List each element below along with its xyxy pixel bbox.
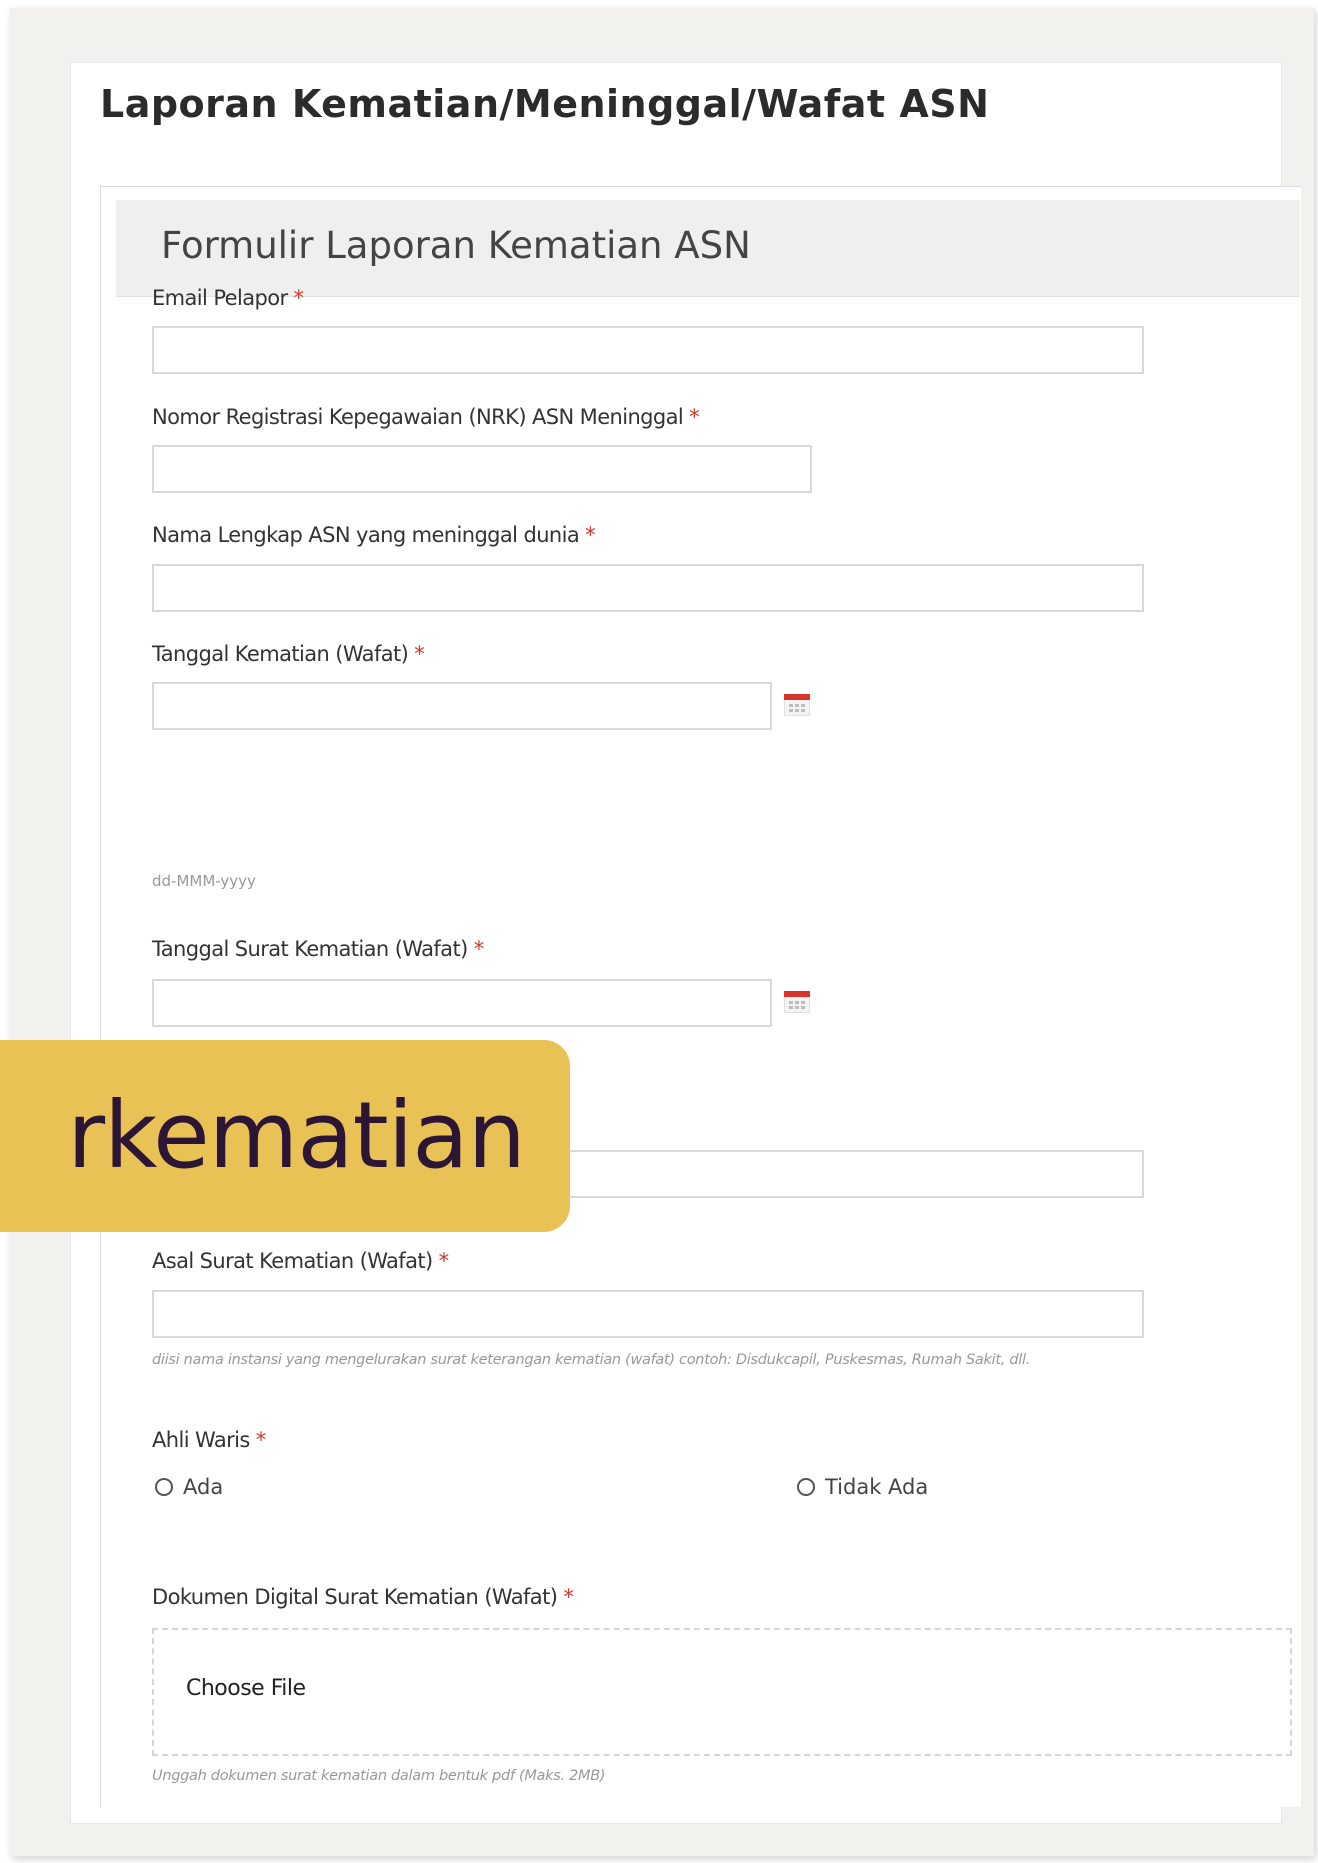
- nama-label-text: Nama Lengkap ASN yang meninggal dunia: [152, 523, 580, 547]
- dokumen-label: Dokumen Digital Surat Kematian (Wafat) *: [152, 1585, 574, 1609]
- ahli-waris-label: Ahli Waris *: [152, 1428, 266, 1452]
- overlay-banner-text: rkematian: [67, 1082, 525, 1189]
- radio-ada[interactable]: Ada: [155, 1475, 223, 1499]
- radio-button-icon[interactable]: [797, 1478, 815, 1496]
- tanggal-surat-label-text: Tanggal Surat Kematian (Wafat): [152, 937, 468, 961]
- required-marker: *: [414, 642, 425, 666]
- calendar-icon[interactable]: [784, 694, 810, 716]
- file-dropzone[interactable]: [152, 1628, 1292, 1756]
- choose-file-button[interactable]: Choose File: [186, 1676, 306, 1701]
- email-label-text: Email Pelapor: [152, 286, 288, 310]
- date-format-hint: dd-MMM-yyyy: [152, 872, 256, 890]
- radio-tidak-ada[interactable]: Tidak Ada: [797, 1475, 928, 1499]
- nama-label: Nama Lengkap ASN yang meninggal dunia *: [152, 523, 596, 547]
- required-marker: *: [585, 523, 596, 547]
- required-marker: *: [689, 405, 700, 429]
- dokumen-hint: Unggah dokumen surat kematian dalam bent…: [152, 1768, 606, 1784]
- required-marker: *: [473, 937, 485, 961]
- radio-ada-label: Ada: [183, 1475, 224, 1499]
- radio-tidak-ada-label: Tidak Ada: [825, 1475, 929, 1499]
- required-marker: *: [293, 286, 305, 310]
- radio-button-icon[interactable]: [155, 1478, 173, 1496]
- ahli-waris-label-text: Ahli Waris: [152, 1428, 250, 1452]
- nrk-label-text: Nomor Registrasi Kepegawaian (NRK) ASN M…: [152, 405, 684, 429]
- email-field[interactable]: [152, 326, 1144, 374]
- asal-surat-label: Asal Surat Kematian (Wafat) *: [152, 1249, 449, 1273]
- tanggal-kematian-label-text: Tanggal Kematian (Wafat): [152, 642, 409, 666]
- asal-surat-hint: diisi nama instansi yang mengelurakan su…: [152, 1352, 1031, 1368]
- nrk-label: Nomor Registrasi Kepegawaian (NRK) ASN M…: [152, 405, 700, 429]
- dokumen-label-text: Dokumen Digital Surat Kematian (Wafat): [152, 1585, 558, 1609]
- nama-field[interactable]: [152, 564, 1144, 612]
- tanggal-kematian-label: Tanggal Kematian (Wafat) *: [152, 642, 425, 666]
- tanggal-kematian-field[interactable]: [152, 682, 772, 730]
- asal-surat-label-text: Asal Surat Kematian (Wafat): [152, 1249, 433, 1273]
- calendar-icon[interactable]: [784, 991, 810, 1013]
- asal-surat-field[interactable]: [152, 1290, 1144, 1338]
- tanggal-surat-field[interactable]: [152, 979, 772, 1027]
- required-marker: *: [563, 1585, 574, 1609]
- form-title: Formulir Laporan Kematian ASN: [161, 224, 751, 267]
- tanggal-surat-label: Tanggal Surat Kematian (Wafat) *: [152, 937, 484, 961]
- page-title: Laporan Kematian/Meninggal/Wafat ASN: [100, 82, 990, 126]
- nrk-field[interactable]: [152, 445, 812, 493]
- required-marker: *: [255, 1428, 267, 1452]
- email-label: Email Pelapor *: [152, 286, 305, 310]
- required-marker: *: [438, 1249, 450, 1273]
